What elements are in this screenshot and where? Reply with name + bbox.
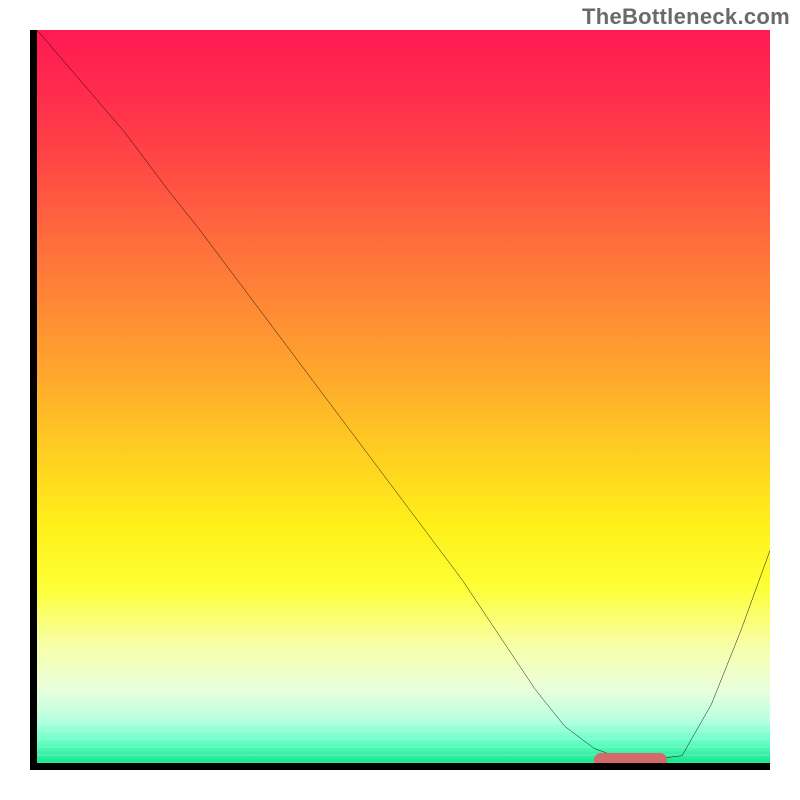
watermark-text: TheBottleneck.com (582, 4, 790, 30)
optimal-range-marker (594, 753, 667, 763)
y-axis (30, 30, 37, 770)
x-axis (30, 763, 770, 770)
chart-plot-area (37, 30, 770, 763)
bottleneck-curve (37, 30, 770, 763)
